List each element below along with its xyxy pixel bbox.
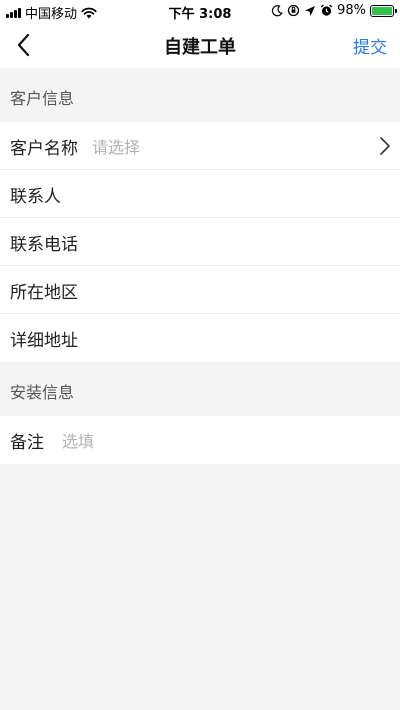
section-header-install: 安装信息 (0, 362, 400, 416)
contact-person-field[interactable]: 联系人 (0, 170, 400, 218)
remark-label: 备注 (10, 432, 44, 453)
status-bar: 中国移动 下午 3:08 98% (0, 0, 400, 22)
customer-name-row[interactable]: 客户名称 请选择 (0, 122, 400, 170)
battery-fill (372, 6, 392, 15)
contact-phone-field[interactable]: 联系电话 (0, 218, 400, 266)
section-header-customer: 客户信息 (0, 68, 400, 122)
battery-percent: 98% (337, 3, 366, 18)
region-field[interactable]: 所在地区 (0, 266, 400, 314)
alarm-icon (320, 4, 333, 16)
submit-button[interactable]: 提交 (353, 33, 387, 58)
status-right: 98% (271, 3, 397, 18)
address-field[interactable]: 详细地址 (0, 314, 400, 362)
form-content: 客户信息 客户名称 请选择 联系人 联系电话 所在地区 详细地址 安装信息 备注… (0, 68, 400, 464)
customer-name-label: 客户名称 (10, 138, 78, 159)
chevron-right-icon (380, 137, 390, 155)
contact-person-label: 联系人 (10, 186, 61, 207)
orientation-lock-icon (287, 4, 300, 17)
remark-field[interactable]: 备注 选填 (0, 416, 400, 464)
remark-placeholder: 选填 (62, 432, 95, 451)
navigation-bar: 自建工单 提交 (0, 22, 400, 68)
address-label: 详细地址 (10, 330, 78, 351)
location-arrow-icon (305, 5, 316, 16)
customer-name-placeholder: 请选择 (92, 138, 141, 157)
page-title: 自建工单 (164, 37, 236, 58)
moon-icon (271, 4, 283, 16)
region-label: 所在地区 (10, 282, 78, 303)
contact-phone-label: 联系电话 (10, 234, 78, 255)
battery-icon (370, 4, 397, 17)
